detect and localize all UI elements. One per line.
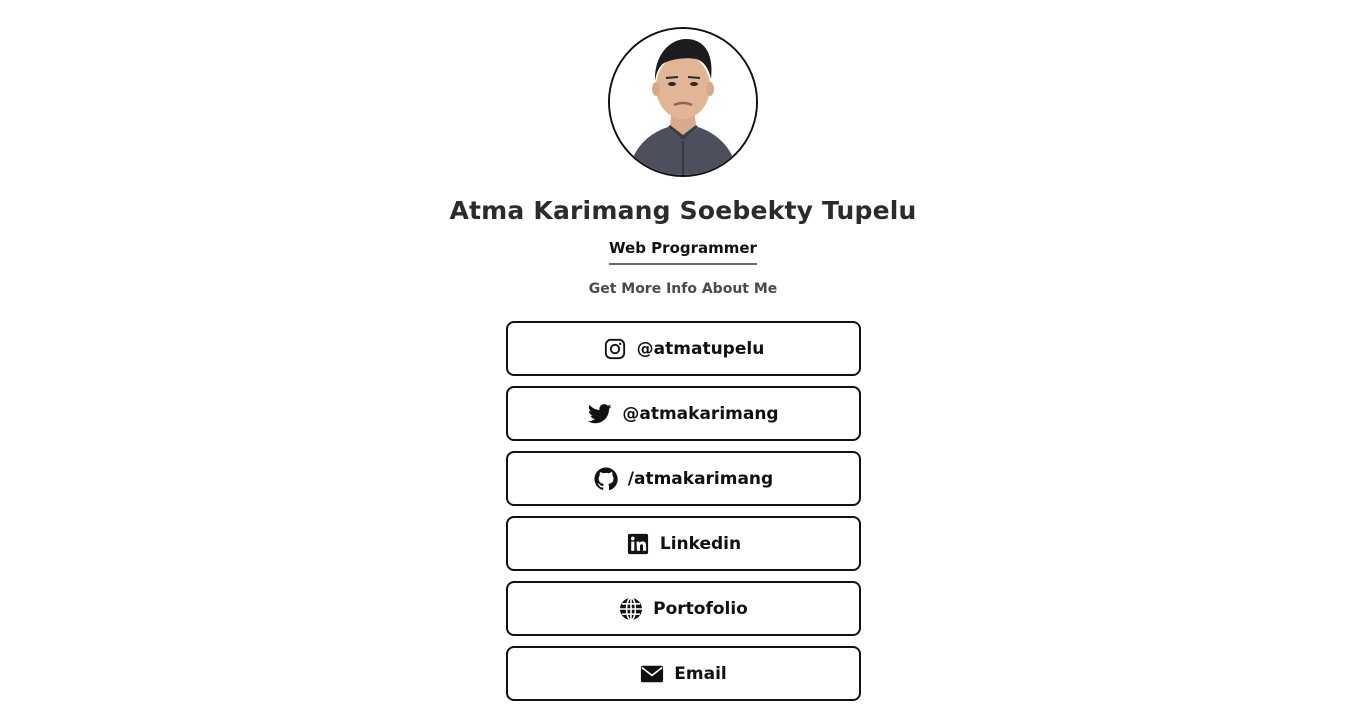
github-icon [594,467,618,491]
twitter-link-button[interactable]: @atmakarimang [506,386,861,441]
profile-role: Web Programmer [609,239,757,265]
profile-name: Atma Karimang Soebekty Tupelu [449,196,917,225]
twitter-link-label: @atmakarimang [622,403,779,424]
avatar-photo [610,29,756,175]
github-link-button[interactable]: /atmakarimang [506,451,861,506]
role-wrapper: Web Programmer [0,238,1366,265]
email-link-button[interactable]: Email [506,646,861,701]
instagram-link-label: @atmatupelu [636,338,765,359]
instagram-link-button[interactable]: @atmatupelu [506,321,861,376]
envelope-icon [640,662,664,686]
github-link-label: /atmakarimang [627,468,774,489]
linkedin-icon [626,532,650,556]
linkedin-link-label: Linkedin [659,533,742,554]
links-list: @atmatupelu @atmakarimang /atmakarimang [506,321,861,711]
avatar [608,27,758,177]
email-link-label: Email [674,663,727,684]
portfolio-link-label: Portofolio [653,598,748,619]
globe-icon [619,596,643,621]
more-info-heading: Get More Info About Me [588,281,778,297]
profile-page: Atma Karimang Soebekty Tupelu Web Progra… [0,0,1366,723]
twitter-icon [588,402,612,426]
instagram-icon [603,337,627,361]
linkedin-link-button[interactable]: Linkedin [506,516,861,571]
portfolio-link-button[interactable]: Portofolio [506,581,861,636]
